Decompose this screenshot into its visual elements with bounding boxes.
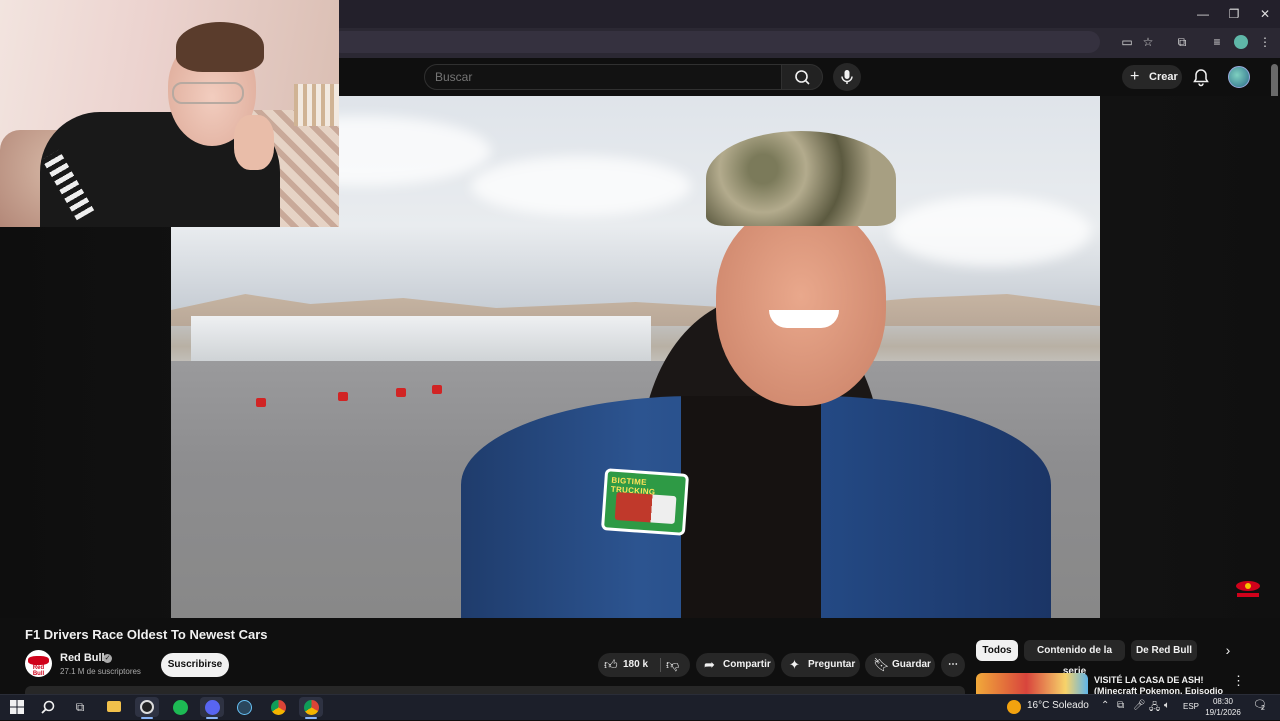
ask-button[interactable]: ✦ Preguntar <box>781 653 860 677</box>
media-control-icon[interactable]: ≡ <box>1207 33 1227 51</box>
steam-icon[interactable] <box>232 697 256 717</box>
spotify-icon[interactable] <box>168 697 192 717</box>
tray-mic-icon[interactable]: 🎤︎ <box>1133 700 1146 711</box>
channel-name[interactable]: Red Bull <box>60 652 105 664</box>
like-dislike-group: 👍︎ 180 k 👎︎ <box>598 653 690 677</box>
close-icon[interactable]: ✕ <box>1250 4 1280 24</box>
notifications-button[interactable] <box>1190 66 1212 88</box>
discord-icon[interactable] <box>200 697 224 717</box>
subscriber-count: 27.1 M de suscriptores <box>60 667 141 676</box>
tray-overflow-icon[interactable]: ⌃ <box>1101 700 1109 711</box>
ask-icon: ✦ <box>789 657 800 672</box>
bookmark-star-icon[interactable]: ☆ <box>1138 33 1158 51</box>
search-button[interactable] <box>781 64 823 90</box>
weather-widget[interactable]: 16°C Soleado <box>1027 700 1089 711</box>
cast-icon[interactable]: ▭ <box>1117 33 1137 51</box>
traffic-cone <box>256 398 266 407</box>
like-icon[interactable]: 👍︎ <box>604 653 618 677</box>
address-bar[interactable] <box>330 31 1100 53</box>
chip-series-content[interactable]: Contenido de la serie <box>1024 640 1125 677</box>
person-face <box>716 206 886 406</box>
maximize-icon[interactable]: ❐ <box>1219 4 1249 24</box>
clock[interactable]: 08:30 19/1/2026 <box>1205 696 1241 718</box>
browser-menu-icon[interactable]: ⋮ <box>1255 33 1275 51</box>
save-button[interactable]: 🔖︎ Guardar <box>865 653 935 677</box>
person-cap <box>706 131 896 226</box>
tray-app-icon[interactable]: ⧉ <box>1117 700 1124 711</box>
active-indicator <box>206 717 218 719</box>
streamer-hand <box>234 115 274 170</box>
description-box[interactable] <box>25 686 965 694</box>
streamer-hair <box>176 22 264 72</box>
person-shirt <box>681 396 821 618</box>
account-avatar[interactable] <box>1228 66 1250 88</box>
more-actions-button[interactable]: ⋯ <box>941 653 965 677</box>
weather-sun-icon <box>1007 700 1021 714</box>
dislike-icon[interactable]: 👎︎ <box>666 653 679 677</box>
chrome-profile-icon[interactable] <box>299 697 323 717</box>
volume-icon[interactable]: 🔈︎ <box>1164 700 1170 711</box>
language-indicator[interactable]: ESP <box>1183 702 1199 711</box>
search-input[interactable] <box>424 64 782 90</box>
mic-icon <box>841 70 853 84</box>
search-icon <box>795 70 810 85</box>
shelf <box>294 84 339 126</box>
verified-icon: ✓ <box>103 654 112 663</box>
jacket-patch: BIGTIME TRUCKING <box>600 468 690 536</box>
like-count[interactable]: 180 k <box>623 653 648 677</box>
plus-icon: + <box>1130 68 1140 85</box>
subscribe-button[interactable]: Suscribirse <box>161 653 229 677</box>
active-indicator <box>305 717 317 719</box>
channel-avatar[interactable]: Red Bull <box>25 650 52 677</box>
network-icon[interactable]: 🖧︎ <box>1149 700 1160 717</box>
minimize-icon[interactable]: — <box>1188 4 1218 24</box>
traffic-cone <box>396 388 406 397</box>
save-icon: 🔖︎ <box>873 657 890 672</box>
voice-search-button[interactable] <box>833 63 861 91</box>
notification-center-icon[interactable]: 🗨︎ 2 <box>1250 698 1270 714</box>
notification-count: 2 <box>1261 705 1265 712</box>
chrome-icon[interactable] <box>266 697 290 717</box>
truck-graphic <box>614 491 677 525</box>
active-indicator <box>141 717 153 719</box>
recommended-title[interactable]: VISITÉ LA CASA DE ASH! <box>1094 674 1226 687</box>
building <box>191 316 651 361</box>
profile-avatar-icon[interactable] <box>1231 33 1251 51</box>
taskbar-search-icon[interactable] <box>36 697 60 717</box>
channel-watermark[interactable] <box>1233 578 1263 600</box>
webcam-overlay <box>0 0 339 227</box>
chip-from-red-bull[interactable]: De Red Bull <box>1131 640 1197 661</box>
more-icon: ⋯ <box>948 659 958 670</box>
share-button[interactable]: ➦ Compartir <box>696 653 775 677</box>
traffic-cone <box>432 385 442 394</box>
bell-icon <box>1193 69 1209 87</box>
recommended-title-line2[interactable]: (Minecraft Pokemon, Episodio <box>1094 687 1226 694</box>
person-smile <box>769 310 839 328</box>
more-icon[interactable]: ⋮ <box>1232 673 1245 689</box>
chip-all[interactable]: Todos <box>976 640 1018 661</box>
clock-date: 19/1/2026 <box>1205 708 1241 717</box>
obs-app-icon[interactable] <box>135 697 159 717</box>
create-button[interactable]: + Crear <box>1122 65 1182 89</box>
share-icon: ➦ <box>704 657 715 672</box>
clock-time: 08:30 <box>1212 697 1234 706</box>
video-title: F1 Drivers Race Oldest To Newest Cars <box>25 627 268 642</box>
streamer-glasses <box>172 82 244 104</box>
red-bull-logo <box>28 656 49 665</box>
task-view-icon[interactable]: ⧉ <box>68 697 92 717</box>
extensions-icon[interactable]: ⧉ <box>1172 33 1192 51</box>
like-divider <box>660 658 661 672</box>
recommended-thumbnail[interactable] <box>976 673 1088 694</box>
cloud <box>471 156 691 216</box>
cloud <box>891 196 1091 266</box>
file-explorer-icon[interactable] <box>102 697 126 717</box>
chevron-right-icon[interactable]: › <box>1216 640 1240 661</box>
windows-start-icon[interactable] <box>5 697 29 717</box>
traffic-cone <box>338 392 348 401</box>
